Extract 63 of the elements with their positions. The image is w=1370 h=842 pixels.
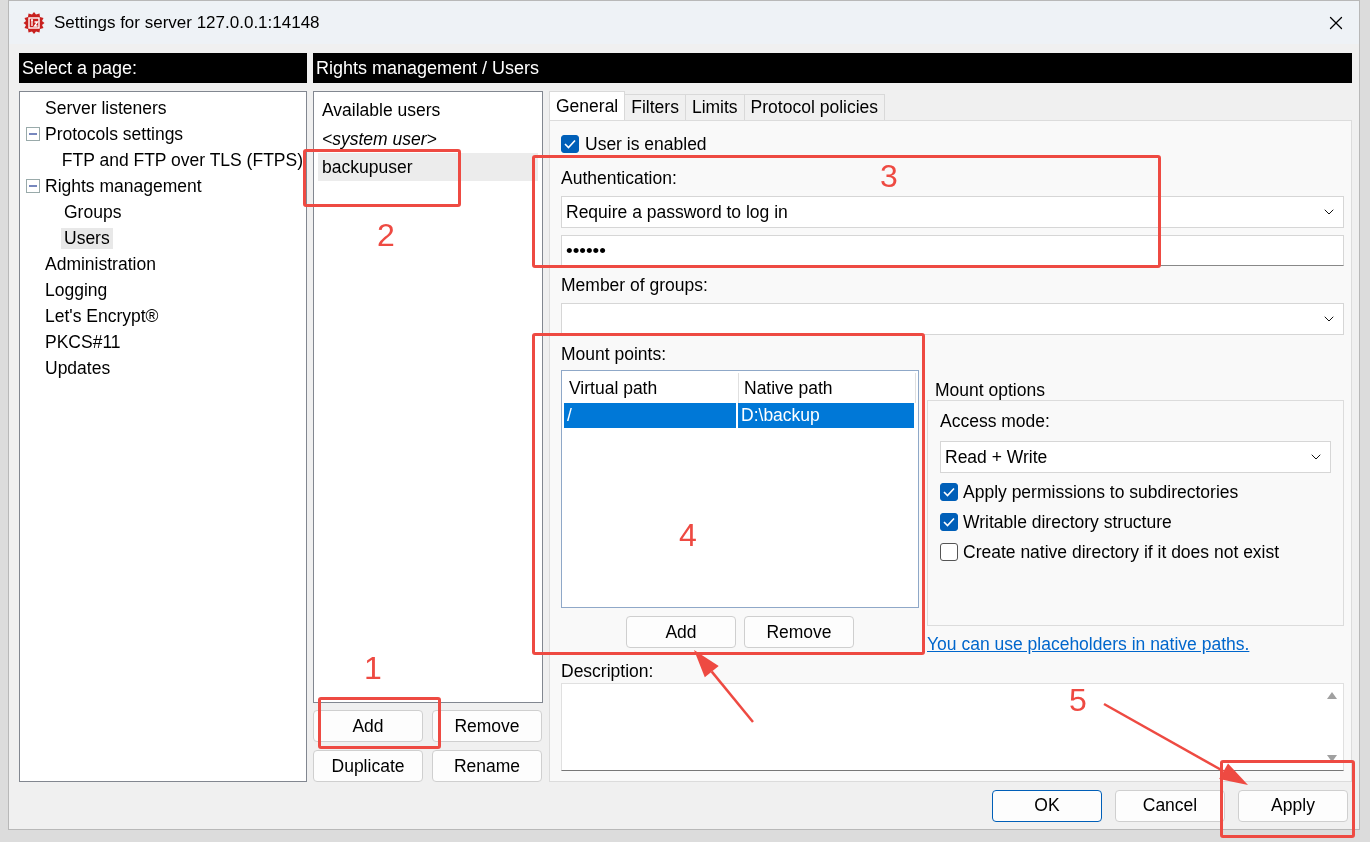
tree-item[interactable]: Let's Encrypt®: [42, 305, 162, 327]
tree-item[interactable]: FTP and FTP over TLS (FTPS): [58, 149, 306, 171]
dialog-button[interactable]: OK: [992, 789, 1102, 822]
page-header: Rights management / Users: [313, 53, 1352, 83]
tree-item[interactable]: Protocols settings: [42, 123, 187, 145]
placeholders-link[interactable]: You can use placeholders in native paths.: [927, 634, 1250, 655]
password-field[interactable]: ••••••: [561, 235, 1344, 266]
checkbox[interactable]: [561, 135, 579, 153]
group-title: Mount options: [935, 380, 1046, 400]
user-action-button[interactable]: Rename: [432, 750, 542, 782]
user-action-button[interactable]: Add: [313, 710, 423, 742]
access-mode-dropdown[interactable]: Read + Write: [940, 441, 1331, 473]
collapse-icon[interactable]: [26, 127, 40, 141]
field-label: Mount points:: [561, 344, 667, 366]
tree-item[interactable]: Rights management: [42, 175, 205, 197]
check-icon: [943, 487, 955, 497]
user-item[interactable]: backupuser: [318, 153, 538, 181]
annotation-number: 3: [880, 160, 898, 192]
checkbox[interactable]: [940, 483, 958, 501]
check-icon: [564, 139, 576, 149]
annotation-number: 4: [679, 519, 697, 551]
dialog-button[interactable]: Cancel: [1115, 789, 1225, 822]
checkbox[interactable]: [940, 543, 958, 561]
checkbox-label: Apply permissions to subdirectories: [963, 481, 1239, 503]
table-cell[interactable]: /: [564, 403, 736, 428]
tree-item[interactable]: PKCS#11: [42, 331, 124, 353]
checkbox[interactable]: [940, 513, 958, 531]
field-label: Access mode:: [940, 411, 1051, 432]
checkbox-label: User is enabled: [585, 133, 707, 155]
dialog-button[interactable]: Apply: [1238, 789, 1348, 822]
check-icon: [943, 517, 955, 527]
field-label: Description:: [561, 661, 654, 683]
list-header: Available users: [321, 98, 442, 122]
section-header: Select a page:: [19, 53, 307, 83]
table-cell[interactable]: D:\backup: [738, 403, 914, 428]
tree-item[interactable]: Groups: [61, 201, 125, 223]
field-label: Member of groups:: [561, 275, 708, 297]
user-action-button[interactable]: Remove: [432, 710, 542, 742]
authentication-dropdown[interactable]: Require a password to log in: [561, 196, 1344, 228]
tree-item[interactable]: Logging: [42, 279, 111, 301]
tab[interactable]: General: [549, 91, 626, 120]
tree-item[interactable]: Updates: [42, 357, 114, 379]
window-title: Settings for server 127.0.0.1:14148: [54, 12, 321, 33]
annotation-number: 2: [377, 219, 395, 251]
annotation-number: 5: [1069, 684, 1087, 716]
groups-dropdown[interactable]: [561, 303, 1344, 335]
tree-item[interactable]: Administration: [42, 253, 159, 275]
app-logo-icon: [22, 10, 46, 35]
user-action-button[interactable]: Duplicate: [313, 750, 423, 782]
scroll-down-icon[interactable]: [1327, 755, 1337, 762]
description-field[interactable]: [561, 683, 1344, 771]
field-label: Authentication:: [561, 168, 677, 190]
checkbox-label: Writable directory structure: [963, 511, 1172, 533]
mount-action-button[interactable]: Remove: [744, 616, 854, 648]
mount-action-button[interactable]: Add: [626, 616, 736, 648]
collapse-icon[interactable]: [26, 179, 40, 193]
scroll-up-icon[interactable]: [1327, 692, 1337, 699]
checkbox-label: Create native directory if it does not exist: [963, 541, 1280, 563]
user-item[interactable]: <system user>: [318, 125, 538, 153]
annotation-number: 1: [364, 652, 382, 684]
tab[interactable]: Protocol policies: [743, 94, 886, 120]
tree-item[interactable]: Server listeners: [42, 97, 170, 119]
tree-item[interactable]: Users: [61, 227, 113, 249]
